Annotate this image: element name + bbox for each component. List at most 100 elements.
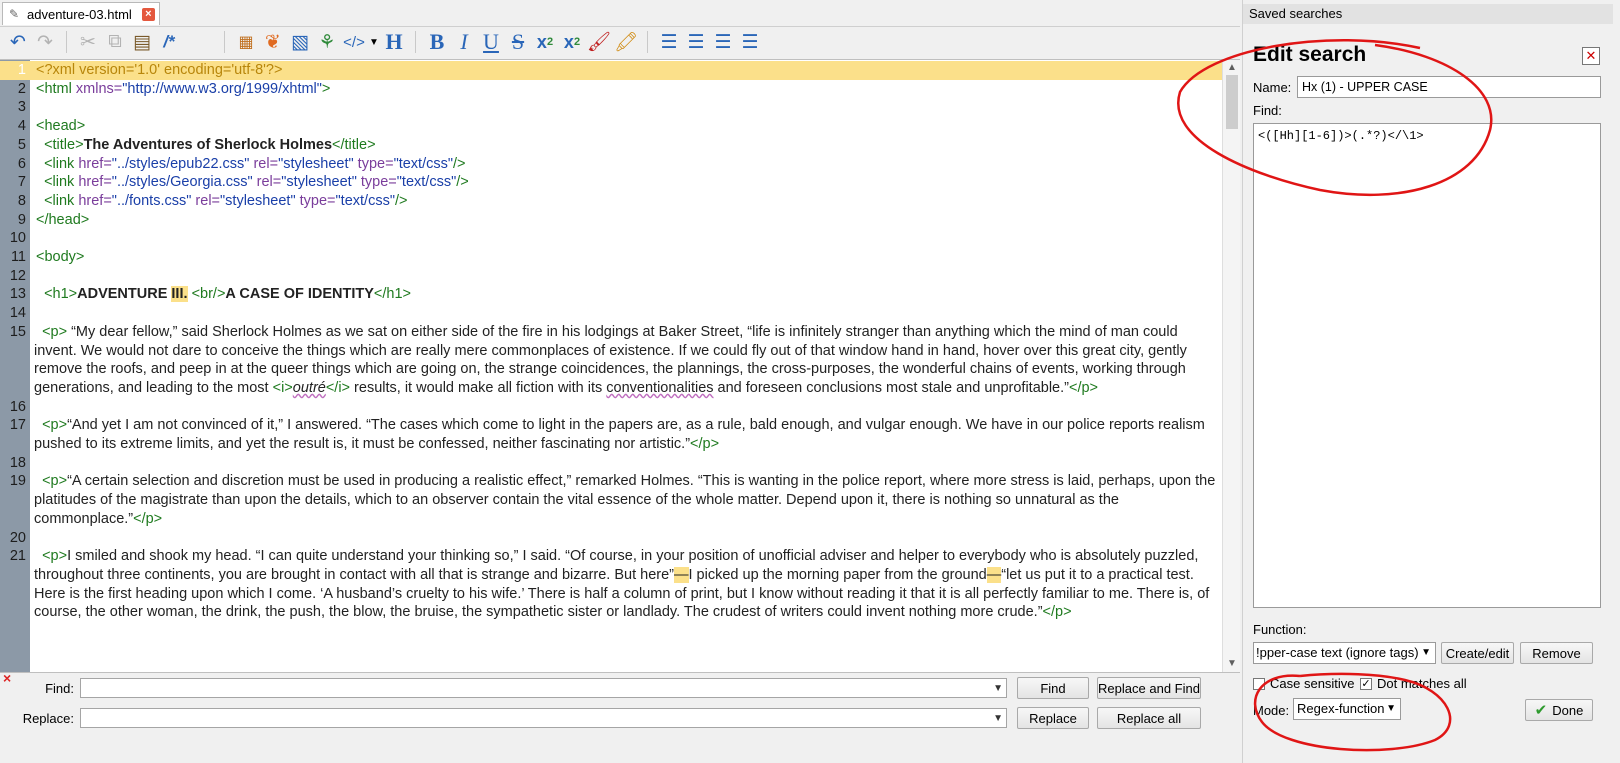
insert-link-icon[interactable]: ▧ bbox=[288, 30, 312, 54]
html-tag: </p> bbox=[690, 436, 720, 453]
insert-html-icon[interactable]: ▦ bbox=[234, 30, 258, 54]
insert-tag-icon[interactable]: </> bbox=[342, 30, 366, 54]
code-line-18[interactable]: 18 bbox=[0, 454, 1222, 473]
bold-icon[interactable]: B bbox=[425, 29, 449, 54]
scrollbar-thumb[interactable] bbox=[1226, 75, 1238, 129]
justify-icon[interactable]: ☰ bbox=[738, 30, 762, 54]
align-center-icon[interactable]: ☰ bbox=[684, 30, 708, 54]
superscript-icon[interactable]: x2 bbox=[560, 30, 584, 54]
toolbar-separator bbox=[647, 31, 648, 53]
scroll-up-icon[interactable]: ▲ bbox=[1223, 60, 1240, 76]
code-line-5[interactable]: 5 <title>The Adventures of Sherlock Holm… bbox=[0, 136, 1222, 155]
line-number: 9 bbox=[17, 211, 26, 228]
underline-icon[interactable]: U bbox=[479, 29, 503, 54]
code-line-20[interactable]: 20 bbox=[0, 529, 1222, 548]
code-line-6[interactable]: 6 <link href="../styles/epub22.css" rel=… bbox=[0, 155, 1222, 174]
insert-symbol-icon[interactable]: ⚘ bbox=[315, 30, 339, 54]
heading-icon[interactable]: H bbox=[382, 29, 406, 54]
panel-title: Saved searches bbox=[1243, 4, 1613, 24]
replace-input[interactable]: ▼ bbox=[80, 708, 1007, 728]
case-sensitive-checkbox[interactable]: Case sensitive bbox=[1253, 676, 1355, 691]
code-line-14[interactable]: 14 bbox=[0, 304, 1222, 323]
text-color-icon[interactable]: 🖌 bbox=[587, 30, 611, 54]
comment-icon[interactable]: /* bbox=[157, 30, 181, 54]
dot-matches-all-checkbox[interactable]: ✓ Dot matches all bbox=[1360, 676, 1467, 691]
replace-button[interactable]: Replace bbox=[1017, 707, 1089, 729]
cut-icon[interactable]: ✂ bbox=[76, 30, 100, 54]
remove-button[interactable]: Remove bbox=[1520, 642, 1593, 664]
attr-name: type= bbox=[295, 192, 336, 209]
mode-select[interactable]: Regex-function ▼ bbox=[1293, 698, 1401, 720]
close-tab-icon[interactable]: × bbox=[141, 7, 155, 21]
code-line-10[interactable]: 10 bbox=[0, 229, 1222, 248]
insert-tag-dropdown-icon[interactable]: ▼ bbox=[369, 30, 379, 54]
chevron-down-icon[interactable]: ▼ bbox=[1419, 643, 1431, 663]
code-line-2[interactable]: 2 <html xmlns="http://www.w3.org/1999/xht… bbox=[0, 80, 1222, 99]
attr-name: type= bbox=[356, 174, 397, 191]
chevron-down-icon[interactable]: ▼ bbox=[993, 679, 1003, 699]
line-number: 14 bbox=[9, 305, 26, 322]
line-number: 1 bbox=[17, 62, 26, 78]
code-line-7[interactable]: 7 <link href="../styles/Georgia.css" rel… bbox=[0, 173, 1222, 192]
strikethrough-icon[interactable]: S bbox=[506, 29, 530, 54]
scroll-down-icon[interactable]: ▼ bbox=[1223, 656, 1240, 672]
done-button[interactable]: ✔ Done bbox=[1525, 699, 1593, 721]
find-button[interactable]: Find bbox=[1017, 677, 1089, 699]
code-line-13[interactable]: 13 <h1>ADVENTURE III. <br/>A CASE OF IDE… bbox=[0, 285, 1222, 304]
create-edit-button[interactable]: Create/edit bbox=[1441, 642, 1514, 664]
redo-icon[interactable]: ↷ bbox=[33, 30, 57, 54]
toolbar-separator bbox=[66, 31, 67, 53]
html-tag: </i> bbox=[325, 379, 351, 396]
code-line-11[interactable]: 11 <body> bbox=[0, 248, 1222, 267]
code-line-21[interactable]: 21 <p>I smiled and shook my head. “I can… bbox=[0, 547, 1222, 622]
code-line-16[interactable]: 16 bbox=[0, 398, 1222, 417]
copy-icon[interactable]: ⧉ bbox=[103, 30, 127, 54]
function-select[interactable]: !pper-case text (ignore tags) ▼ bbox=[1253, 642, 1436, 664]
chevron-down-icon[interactable]: ▼ bbox=[993, 709, 1003, 729]
heading-text: III. bbox=[171, 286, 188, 303]
name-input[interactable]: Hx (1) - UPPER CASE bbox=[1297, 76, 1601, 98]
italic-icon[interactable]: I bbox=[452, 29, 476, 54]
attr-value: "stylesheet" bbox=[281, 174, 357, 191]
align-right-icon[interactable]: ☰ bbox=[711, 30, 735, 54]
title-text: The Adventures of Sherlock Holmes bbox=[83, 136, 333, 153]
undo-icon[interactable]: ↶ bbox=[6, 30, 30, 54]
checkbox-checked[interactable]: ✓ bbox=[1360, 677, 1372, 690]
checkbox-box[interactable] bbox=[1253, 677, 1265, 690]
code-line-12[interactable]: 12 bbox=[0, 267, 1222, 286]
paragraph-text: I picked up the morning paper from the g… bbox=[688, 566, 987, 583]
align-left-icon[interactable]: ☰ bbox=[657, 30, 681, 54]
html-tag: <p> bbox=[42, 323, 68, 340]
replace-and-find-button[interactable]: Replace and Find bbox=[1097, 677, 1201, 699]
insert-image-icon[interactable]: ❦ bbox=[261, 30, 285, 54]
tab-adventure-03[interactable]: ✎ adventure-03.html × bbox=[2, 2, 160, 25]
code-line-15[interactable]: 15 <p> “My dear fellow,” said Sherlock H… bbox=[0, 323, 1222, 398]
code-line-1[interactable]: 1 <?xml version='1.0' encoding='utf-8'?> bbox=[0, 61, 1222, 80]
chevron-down-icon[interactable]: ▼ bbox=[1386, 699, 1396, 719]
html-tag: <p> bbox=[42, 417, 68, 434]
replace-all-button[interactable]: Replace all bbox=[1097, 707, 1201, 729]
code-line-4[interactable]: 4 <head> bbox=[0, 117, 1222, 136]
vertical-scrollbar[interactable]: ▲ ▼ bbox=[1222, 60, 1240, 672]
html-tag: <h1> bbox=[44, 286, 78, 303]
em-dash: — bbox=[674, 566, 689, 583]
background-color-icon[interactable]: 🖍 bbox=[614, 30, 638, 54]
subscript-icon[interactable]: x2 bbox=[533, 30, 557, 54]
code-line-9[interactable]: 9 </head> bbox=[0, 211, 1222, 230]
attr-name: type= bbox=[353, 155, 394, 172]
close-icon[interactable]: ✕ bbox=[1582, 47, 1600, 65]
code-editor[interactable]: 1 <?xml version='1.0' encoding='utf-8'?> … bbox=[0, 59, 1240, 673]
line-number: 5 bbox=[17, 136, 26, 153]
find-label: Find: bbox=[45, 680, 74, 696]
heading-text: A CASE OF IDENTITY bbox=[225, 286, 374, 303]
code-line-8[interactable]: 8 <link href="../fonts.css" rel="stylesh… bbox=[0, 192, 1222, 211]
find-input[interactable]: ▼ bbox=[80, 678, 1007, 698]
html-tag: <html bbox=[36, 80, 76, 97]
html-tag: <i> bbox=[272, 379, 293, 396]
code-line-19[interactable]: 19 <p>“A certain selection and discretio… bbox=[0, 472, 1222, 528]
attr-value: "text/css" bbox=[335, 192, 395, 209]
find-expression-input[interactable]: <([Hh][1-6])>(.*?)</\1> bbox=[1253, 123, 1601, 608]
paste-icon[interactable]: ▤ bbox=[130, 30, 154, 54]
code-line-3[interactable]: 3 bbox=[0, 98, 1222, 117]
code-line-17[interactable]: 17 <p>“And yet I am not convinced of it,… bbox=[0, 416, 1222, 453]
